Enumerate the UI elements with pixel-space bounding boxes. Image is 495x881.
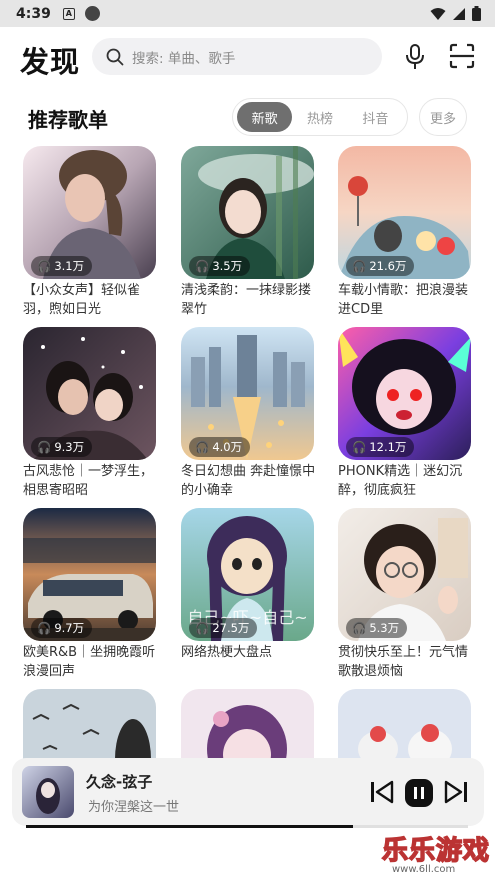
- section-title: 推荐歌单: [28, 108, 108, 132]
- playlist-cover[interactable]: 🎧 9.3万: [23, 327, 156, 460]
- watermark: 乐乐游戏 www.6ll.com: [381, 830, 494, 880]
- app-notification-icon: A: [62, 7, 75, 20]
- playlist-card[interactable]: 🎧 3.1万 【小众女声】轻似雀羽，煦如日光: [23, 146, 156, 319]
- play-count-badge: 🎧 27.5万: [189, 618, 258, 638]
- headphones-icon: 🎧: [195, 440, 210, 454]
- playlist-card[interactable]: 🎧 9.7万 欧美R&B｜坐拥晚霞听浪漫回声: [23, 508, 156, 681]
- headphones-icon: 🎧: [37, 621, 52, 635]
- tab-hot-chart[interactable]: 热榜: [292, 102, 347, 132]
- search-input[interactable]: 搜索: 单曲、歌手: [132, 47, 235, 67]
- search-bar[interactable]: 搜索: 单曲、歌手: [92, 38, 382, 75]
- playback-progress-fill: [26, 825, 354, 828]
- headphones-icon: 🎧: [195, 259, 210, 273]
- headphones-icon: 🎧: [352, 259, 367, 273]
- playlist-card[interactable]: 🎧 21.6万 车载小情歌：把浪漫装进CD里: [338, 146, 471, 319]
- play-count-badge: 🎧 3.5万: [189, 256, 251, 276]
- tab-switcher: 新歌 热榜 抖音: [232, 98, 408, 136]
- tab-douyin[interactable]: 抖音: [348, 102, 403, 132]
- page-title: 发现: [20, 45, 81, 79]
- playlist-title[interactable]: PHONK精选｜迷幻沉醉，彻底疯狂: [338, 462, 476, 500]
- playlist-cover[interactable]: 🎧 4.0万: [181, 327, 314, 460]
- header: 发现 搜索: 单曲、歌手: [0, 27, 495, 87]
- microphone-icon[interactable]: [402, 43, 428, 71]
- pause-icon[interactable]: [404, 778, 434, 808]
- playback-progress[interactable]: [26, 825, 468, 828]
- headphones-icon: 🎧: [352, 621, 367, 635]
- scan-icon[interactable]: [449, 43, 475, 69]
- play-count: 27.5万: [212, 621, 250, 635]
- play-count: 3.5万: [212, 259, 243, 273]
- playlist-cover[interactable]: 自己~吓~自己~ 🎧 27.5万: [181, 508, 314, 641]
- playlist-title[interactable]: 欧美R&B｜坐拥晚霞听浪漫回声: [23, 643, 161, 681]
- playlist-cover[interactable]: 🎧 3.1万: [23, 146, 156, 279]
- play-count: 9.7万: [54, 621, 85, 635]
- headphones-icon: 🎧: [37, 259, 52, 273]
- play-count: 4.0万: [212, 440, 243, 454]
- playlist-cover[interactable]: 🎧 12.1万: [338, 327, 471, 460]
- now-playing-title: 久念-弦子: [86, 773, 153, 791]
- album-art[interactable]: [22, 766, 74, 818]
- circle-notification-icon: [84, 6, 100, 21]
- watermark-text: 乐乐游戏: [381, 835, 491, 867]
- play-count: 21.6万: [369, 259, 407, 273]
- play-count-badge: 🎧 9.3万: [31, 437, 93, 457]
- playlist-card[interactable]: 自己~吓~自己~ 🎧 27.5万 网络热梗大盘点: [181, 508, 314, 681]
- playlist-title[interactable]: 贯彻快乐至上！元气情歌散退烦恼: [338, 643, 476, 681]
- playlist-title[interactable]: 清浅柔韵：一抹绿影搂翠竹: [181, 281, 319, 319]
- playlist-cover[interactable]: 🎧 9.7万: [23, 508, 156, 641]
- playlist-title[interactable]: 冬日幻想曲 奔赴憧憬中的小确幸: [181, 462, 319, 500]
- watermark-url: www.6ll.com: [392, 864, 456, 875]
- play-count-badge: 🎧 3.1万: [31, 256, 93, 276]
- headphones-icon: 🎧: [37, 440, 52, 454]
- play-count: 3.1万: [54, 259, 85, 273]
- play-count: 5.3万: [369, 621, 400, 635]
- headphones-icon: 🎧: [195, 621, 210, 635]
- headphones-icon: 🎧: [352, 440, 367, 454]
- playlist-card[interactable]: 🎧 4.0万 冬日幻想曲 奔赴憧憬中的小确幸: [181, 327, 315, 500]
- wifi-icon: [430, 7, 446, 20]
- search-icon: [106, 48, 124, 65]
- playlist-title[interactable]: 【小众女声】轻似雀羽，煦如日光: [23, 281, 161, 319]
- status-time: 4:39: [16, 5, 51, 22]
- playlist-title[interactable]: 车载小情歌：把浪漫装进CD里: [338, 281, 476, 319]
- playlist-card[interactable]: 🎧 9.3万 古风悲怆｜一梦浮生，相思寄昭昭: [23, 327, 156, 500]
- more-button[interactable]: 更多: [419, 98, 467, 136]
- playlist-card[interactable]: 🎧 3.5万 清浅柔韵：一抹绿影搂翠竹: [181, 146, 314, 319]
- play-count: 12.1万: [369, 440, 407, 454]
- play-count-badge: 🎧 9.7万: [31, 618, 93, 638]
- play-count-badge: 🎧 5.3万: [346, 618, 408, 638]
- play-count-badge: 🎧 4.0万: [189, 437, 251, 457]
- playlist-cover[interactable]: 🎧 5.3万: [338, 508, 471, 641]
- playlist-card[interactable]: 🎧 5.3万 贯彻快乐至上！元气情歌散退烦恼: [338, 508, 471, 681]
- playlist-title[interactable]: 网络热梗大盘点: [181, 643, 319, 681]
- playlist-cover[interactable]: 🎧 3.5万: [181, 146, 314, 279]
- play-count-badge: 🎧 21.6万: [346, 256, 415, 276]
- now-playing-lyric: 为你涅槃这一世: [88, 800, 180, 815]
- playlist-cover[interactable]: 🎧 21.6万: [338, 146, 471, 279]
- playlist-grid: 🎧 3.1万 【小众女声】轻似雀羽，煦如日光 🎧 3.5万 清浅柔韵：一抹绿影搂翠竹: [0, 146, 495, 776]
- signal-icon: [453, 7, 465, 20]
- previous-icon[interactable]: [370, 780, 394, 804]
- tab-new-songs[interactable]: 新歌: [237, 102, 293, 132]
- battery-icon: [472, 6, 481, 21]
- play-count: 9.3万: [54, 440, 85, 454]
- mini-player[interactable]: 久念-弦子 为你涅槃这一世: [12, 758, 484, 826]
- playlist-title[interactable]: 古风悲怆｜一梦浮生，相思寄昭昭: [23, 462, 161, 500]
- next-icon[interactable]: [444, 780, 468, 804]
- status-bar: 4:39 A: [0, 0, 495, 27]
- playlist-card[interactable]: 🎧 12.1万 PHONK精选｜迷幻沉醉，彻底疯狂: [338, 327, 471, 500]
- play-count-badge: 🎧 12.1万: [346, 437, 415, 457]
